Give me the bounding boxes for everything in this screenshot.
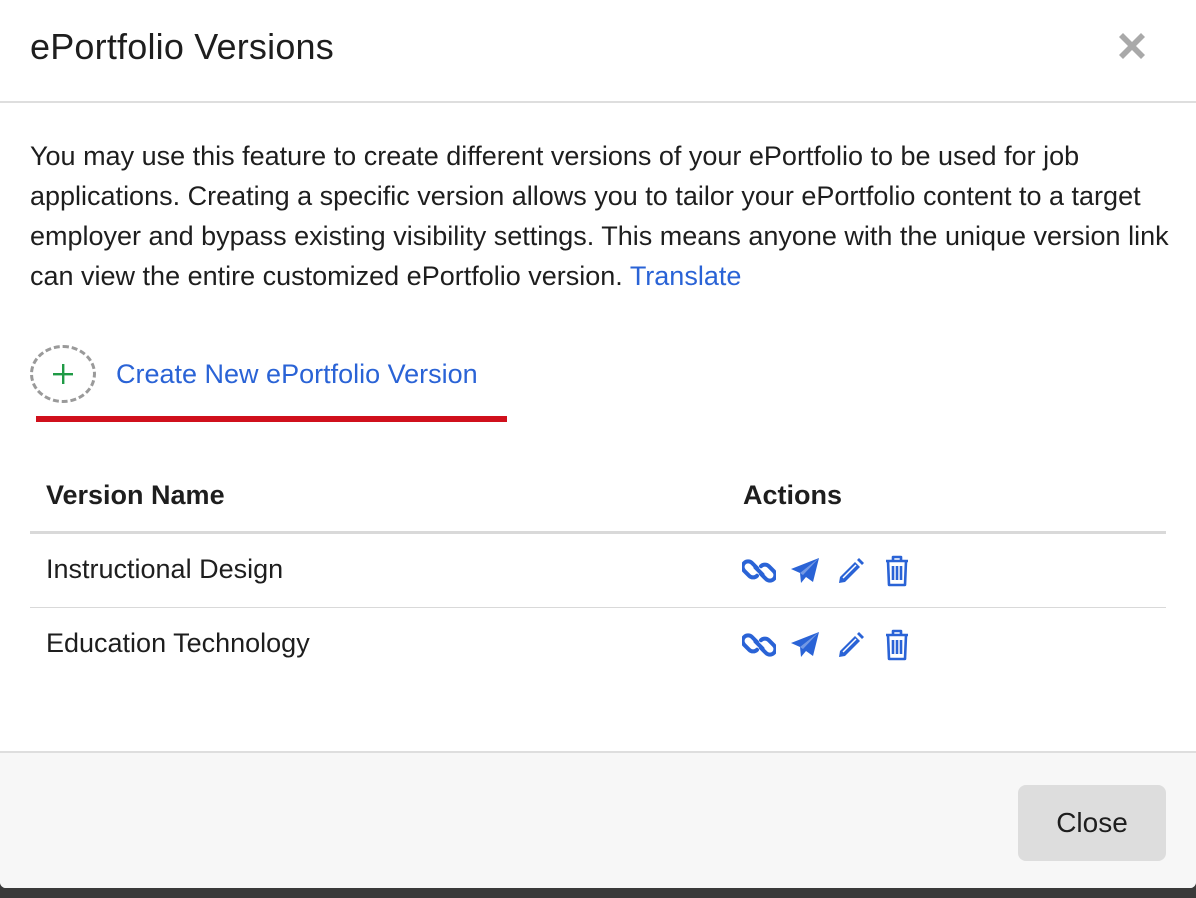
version-name: Instructional Design	[46, 554, 284, 584]
column-header-actions: Actions	[743, 480, 843, 510]
trash-icon[interactable]	[880, 628, 914, 662]
row-actions	[742, 628, 926, 662]
description-text: You may use this feature to create diffe…	[30, 141, 1169, 291]
close-button[interactable]: Close	[1018, 785, 1166, 861]
table-row: Instructional Design	[30, 534, 1166, 608]
create-version-label[interactable]: Create New ePortfolio Version	[116, 359, 478, 390]
versions-modal: ePortfolio Versions You may use this fea…	[0, 0, 1196, 888]
versions-table: Version Name Actions Instructional Desig…	[30, 466, 1166, 682]
trash-icon[interactable]	[880, 554, 914, 588]
feature-description: You may use this feature to create diffe…	[30, 136, 1170, 296]
link-icon[interactable]	[742, 628, 776, 662]
plus-icon[interactable]	[30, 345, 96, 403]
modal-footer: Close	[0, 751, 1196, 888]
column-header-version-name: Version Name	[46, 480, 225, 510]
row-actions	[742, 554, 926, 588]
create-version-button[interactable]: Create New ePortfolio Version	[30, 344, 478, 404]
translate-link[interactable]: Translate	[630, 261, 742, 291]
send-icon[interactable]	[788, 628, 822, 662]
highlight-underline	[36, 416, 507, 422]
edit-pencil-icon[interactable]	[834, 628, 868, 662]
close-x-icon[interactable]	[1114, 28, 1150, 64]
table-header: Version Name Actions	[30, 466, 1166, 534]
modal-title: ePortfolio Versions	[30, 26, 334, 67]
version-name: Education Technology	[46, 628, 310, 658]
send-icon[interactable]	[788, 554, 822, 588]
modal-header: ePortfolio Versions	[0, 0, 1196, 103]
edit-pencil-icon[interactable]	[834, 554, 868, 588]
link-icon[interactable]	[742, 554, 776, 588]
table-row: Education Technology	[30, 608, 1166, 682]
